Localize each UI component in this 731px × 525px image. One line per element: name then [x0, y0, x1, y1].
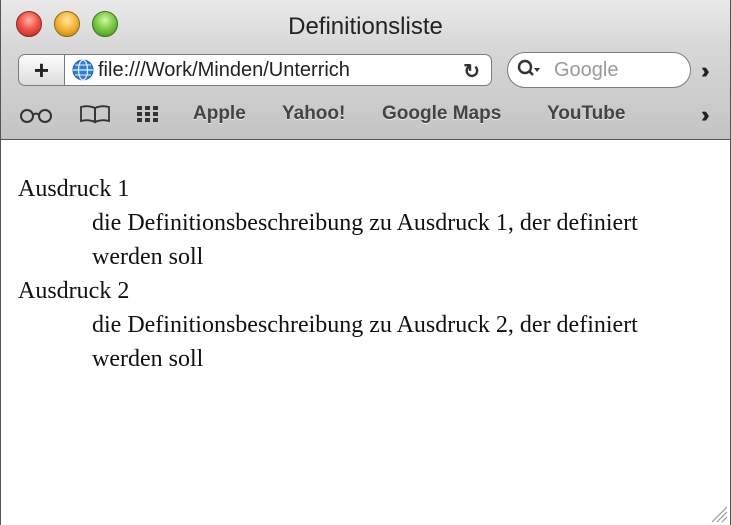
add-bookmark-button[interactable]: + [18, 54, 64, 86]
definition-description: die Definitionsbeschreibung zu Ausdruck … [92, 312, 638, 372]
resize-handle-icon[interactable] [708, 503, 728, 523]
grid-icon[interactable] [135, 104, 161, 124]
address-bar[interactable]: file:///Work/Minden/Unterrich ↻ [64, 54, 492, 86]
browser-toolbar: Definitionsliste + file:///Work/Minden/U… [1, 0, 730, 140]
browser-window: Definitionsliste + file:///Work/Minden/U… [0, 0, 731, 525]
reading-glasses-icon[interactable] [19, 104, 53, 124]
reload-icon[interactable]: ↻ [463, 59, 480, 84]
url-text[interactable]: file:///Work/Minden/Unterrich [98, 59, 460, 82]
window-title: Definitionsliste [288, 13, 443, 40]
bookmarks-overflow-button[interactable]: ›› [701, 102, 709, 128]
bookmark-google-maps[interactable]: Google Maps [382, 103, 501, 125]
bookmark-apple[interactable]: Apple [193, 103, 246, 125]
definition-list: Ausdruck 1 die Definitionsbeschreibung z… [18, 172, 662, 376]
definition-term: Ausdruck 1 [18, 176, 130, 202]
bookmark-yahoo[interactable]: Yahoo! [282, 103, 345, 125]
bookmark-youtube[interactable]: YouTube [547, 103, 625, 125]
search-input[interactable] [554, 58, 678, 82]
page-content: Ausdruck 1 die Definitionsbeschreibung z… [1, 140, 730, 525]
toolbar-overflow-button[interactable]: ›› [701, 58, 709, 84]
search-field[interactable] [507, 52, 691, 88]
book-icon[interactable] [78, 104, 112, 124]
definition-description: die Definitionsbeschreibung zu Ausdruck … [92, 210, 638, 270]
globe-icon [72, 59, 94, 81]
search-icon[interactable] [517, 59, 541, 81]
definition-term: Ausdruck 2 [18, 278, 130, 304]
